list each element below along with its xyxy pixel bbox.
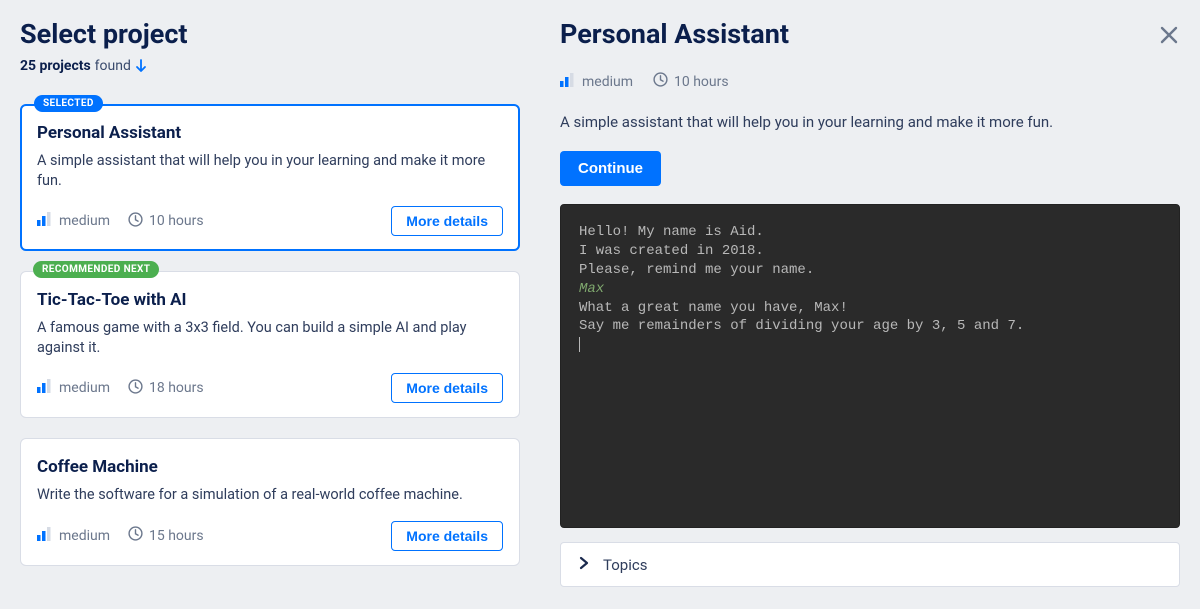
- more-details-button[interactable]: More details: [391, 206, 503, 236]
- project-title: Coffee Machine: [37, 457, 503, 477]
- terminal-line: What a great name you have, Max!: [579, 299, 1161, 318]
- difficulty-icon: [560, 73, 576, 91]
- project-count-rest: found: [95, 58, 131, 74]
- project-badge: RECOMMENDED NEXT: [33, 261, 159, 278]
- terminal-line: I was created in 2018.: [579, 242, 1161, 261]
- detail-title: Personal Assistant: [560, 18, 1180, 50]
- terminal-output: Hello! My name is Aid.I was created in 2…: [560, 204, 1180, 528]
- terminal-cursor-line: [579, 336, 1161, 355]
- project-difficulty: medium: [59, 528, 110, 544]
- more-details-button[interactable]: More details: [391, 373, 503, 403]
- project-description: Write the software for a simulation of a…: [37, 485, 503, 505]
- topics-accordion[interactable]: Topics: [560, 542, 1180, 587]
- project-difficulty: medium: [59, 380, 110, 396]
- terminal-line: Please, remind me your name.: [579, 261, 1161, 280]
- project-title: Personal Assistant: [37, 123, 503, 143]
- clock-icon: [128, 212, 143, 231]
- project-card[interactable]: Coffee Machine Write the software for a s…: [20, 438, 520, 566]
- terminal-line: Max: [579, 280, 1161, 299]
- project-time: 15 hours: [149, 528, 204, 544]
- more-details-button[interactable]: More details: [391, 521, 503, 551]
- difficulty-icon: [37, 527, 53, 545]
- chevron-right-icon: [579, 555, 589, 574]
- detail-difficulty: medium: [582, 74, 633, 90]
- project-time: 18 hours: [149, 380, 204, 396]
- clock-icon: [128, 379, 143, 398]
- project-title: Tic-Tac-Toe with AI: [37, 290, 503, 310]
- continue-button[interactable]: Continue: [560, 151, 661, 186]
- terminal-line: Hello! My name is Aid.: [579, 223, 1161, 242]
- project-meta: medium 15 hours: [37, 526, 204, 545]
- project-card[interactable]: SELECTEDPersonal AssistantA simple assis…: [20, 104, 520, 251]
- project-count-number: 25 projects: [20, 58, 91, 74]
- topics-label: Topics: [603, 556, 647, 574]
- project-badge: SELECTED: [34, 95, 103, 112]
- terminal-line: Say me remainders of dividing your age b…: [579, 317, 1161, 336]
- project-meta: medium 10 hours: [37, 212, 204, 231]
- project-difficulty: medium: [59, 213, 110, 229]
- project-count: 25 projects found: [20, 58, 520, 74]
- project-time: 10 hours: [149, 213, 204, 229]
- detail-time: 10 hours: [674, 74, 729, 90]
- project-description: A simple assistant that will help you in…: [37, 151, 503, 190]
- clock-icon: [653, 72, 668, 91]
- difficulty-icon: [37, 212, 53, 230]
- detail-meta: medium 10 hours: [560, 72, 1180, 91]
- project-description: A famous game with a 3x3 field. You can …: [37, 318, 503, 357]
- close-icon[interactable]: [1158, 24, 1180, 50]
- difficulty-icon: [37, 379, 53, 397]
- page-title: Select project: [20, 18, 520, 50]
- sort-arrow-down-icon[interactable]: [135, 59, 147, 73]
- cursor-icon: [579, 337, 580, 352]
- detail-description: A simple assistant that will help you in…: [560, 113, 1180, 131]
- project-meta: medium 18 hours: [37, 379, 204, 398]
- project-card[interactable]: RECOMMENDED NEXTTic-Tac-Toe with AIA fam…: [20, 271, 520, 418]
- clock-icon: [128, 526, 143, 545]
